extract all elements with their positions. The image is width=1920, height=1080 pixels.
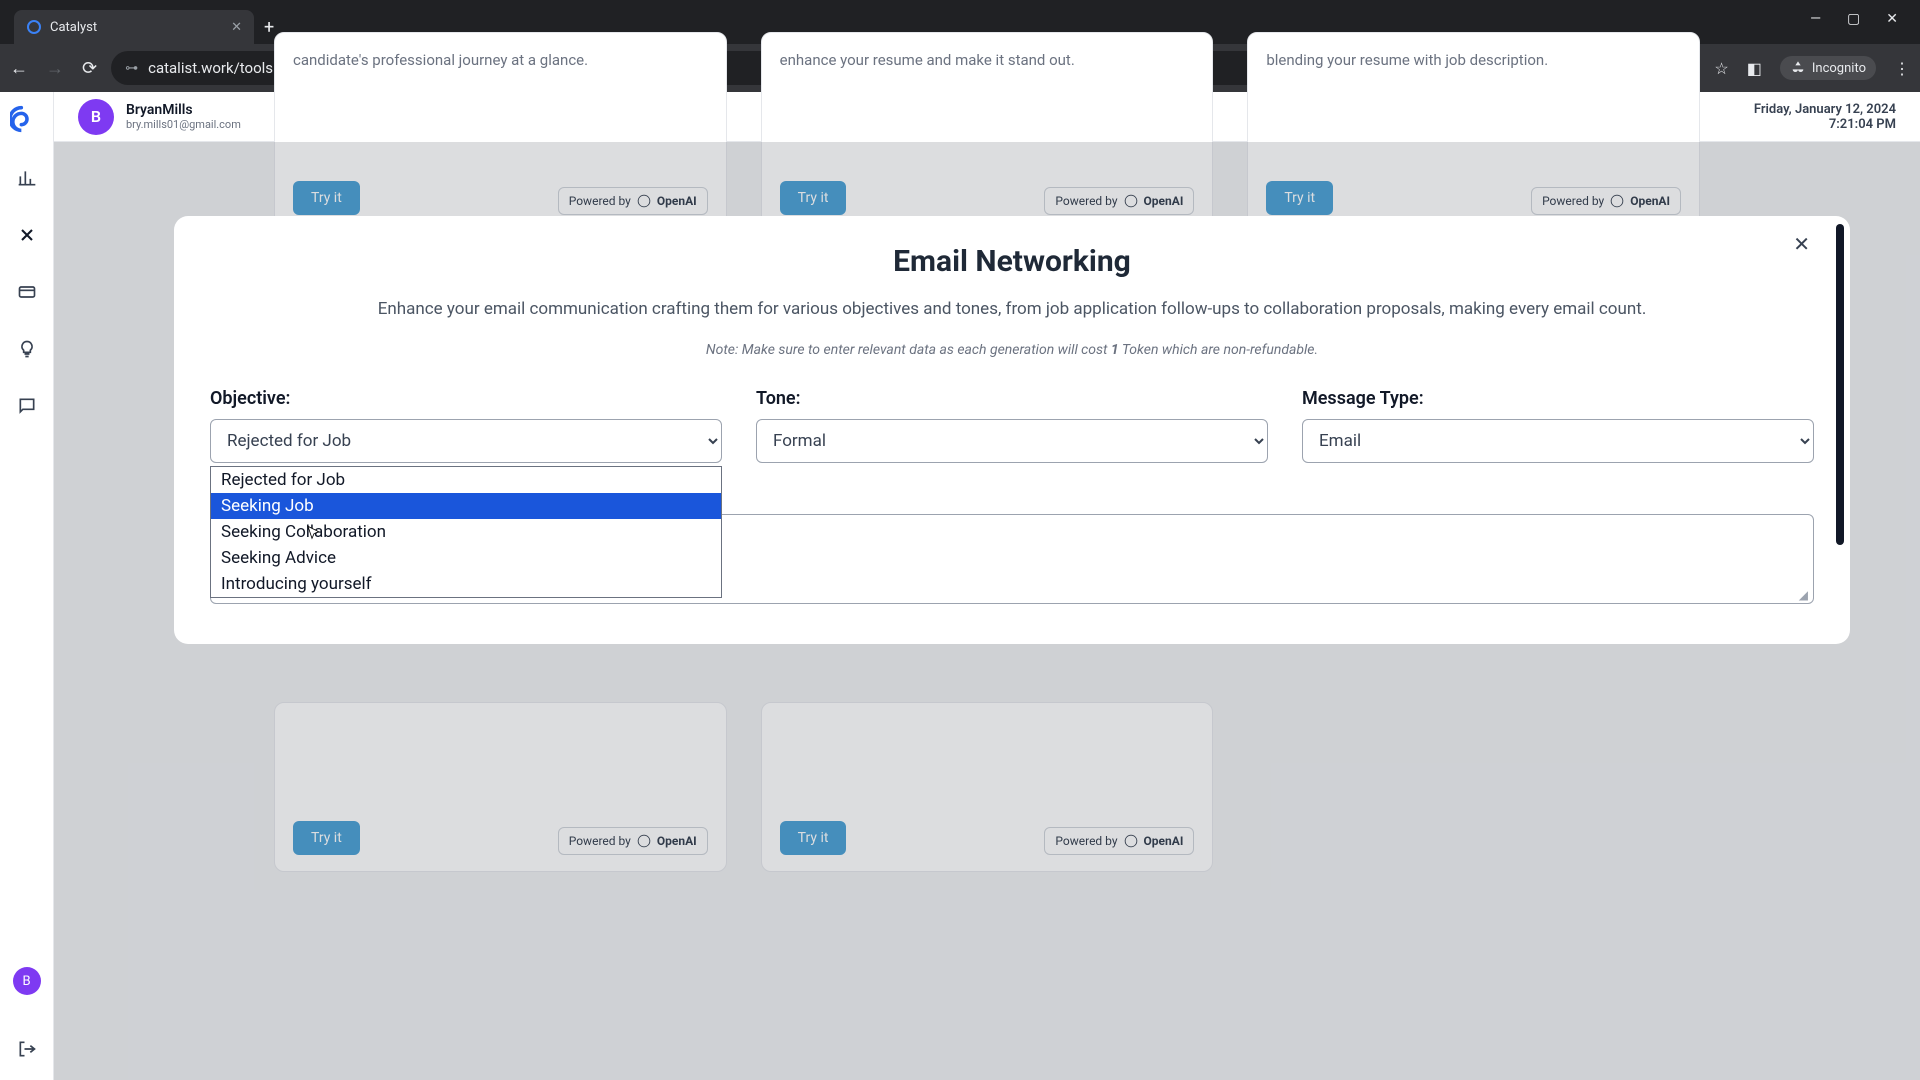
msgtype-field: Message Type: Email <box>1302 388 1814 463</box>
current-date: Friday, January 12, 2024 <box>1754 102 1896 117</box>
maximize-icon[interactable]: ▢ <box>1847 11 1860 27</box>
incognito-label: Incognito <box>1812 61 1866 76</box>
rail-avatar[interactable]: B <box>13 967 41 995</box>
tab-close-icon[interactable]: ✕ <box>231 20 242 35</box>
app-logo-icon[interactable] <box>10 102 44 136</box>
left-rail: B <box>0 92 54 1080</box>
objective-label: Objective: <box>210 388 722 409</box>
main-area: B BryanMills bry.mills01@gmail.com Tools… <box>54 92 1920 1080</box>
tone-label: Tone: <box>756 388 1268 409</box>
modal-note: Note: Make sure to enter relevant data a… <box>210 342 1814 358</box>
msgtype-label: Message Type: <box>1302 388 1814 409</box>
minimize-icon[interactable]: — <box>1810 11 1821 27</box>
card-desc: blending your resume with job descriptio… <box>1266 51 1681 69</box>
url-text: catalist.work/tools <box>148 59 273 77</box>
modal-fields: Objective: Rejected for Job Rejected for… <box>210 388 1814 463</box>
analytics-icon[interactable] <box>17 168 37 193</box>
date-block: Friday, January 12, 2024 7:21:04 PM <box>1754 102 1896 132</box>
idea-icon[interactable] <box>17 339 37 364</box>
objective-select[interactable]: Rejected for Job <box>210 419 722 463</box>
tab-favicon <box>26 19 42 35</box>
kebab-menu-icon[interactable]: ⋮ <box>1894 59 1910 78</box>
app-shell: B B BryanMills bry.mills01@gmail.com Too… <box>0 92 1920 1080</box>
chat-icon[interactable] <box>17 396 37 421</box>
objective-option[interactable]: Seeking Collaboration <box>211 519 721 545</box>
current-time: 7:21:04 PM <box>1754 117 1896 132</box>
close-window-icon[interactable]: ✕ <box>1886 11 1898 27</box>
modal-scrollbar[interactable] <box>1836 224 1844 636</box>
msgtype-select[interactable]: Email <box>1302 419 1814 463</box>
billing-icon[interactable] <box>17 282 37 307</box>
objective-option[interactable]: Rejected for Job <box>211 467 721 493</box>
incognito-chip[interactable]: Incognito <box>1780 56 1876 80</box>
logout-icon[interactable] <box>17 1039 37 1064</box>
modal-close-button[interactable]: ✕ <box>1793 232 1810 256</box>
tone-select[interactable]: Formal <box>756 419 1268 463</box>
user-email: bry.mills01@gmail.com <box>126 118 241 131</box>
email-networking-modal: ✕ Email Networking Enhance your email co… <box>174 216 1850 644</box>
card-desc: candidate's professional journey at a gl… <box>293 51 708 69</box>
side-panel-icon[interactable]: ◧ <box>1747 59 1762 78</box>
scroll-thumb[interactable] <box>1836 224 1844 545</box>
objective-field: Objective: Rejected for Job Rejected for… <box>210 388 722 463</box>
forward-icon: → <box>46 58 64 79</box>
new-tab-button[interactable]: + <box>264 17 274 44</box>
modal-title: Email Networking <box>210 244 1814 279</box>
objective-option[interactable]: Introducing yourself <box>211 571 721 597</box>
objective-option[interactable]: Seeking Job <box>211 493 721 519</box>
back-icon[interactable]: ← <box>10 58 28 79</box>
avatar: B <box>78 99 114 135</box>
user-name: BryanMills <box>126 102 241 118</box>
reload-icon[interactable]: ⟳ <box>82 58 97 79</box>
bookmark-star-icon[interactable]: ☆ <box>1714 59 1728 78</box>
resize-handle-icon[interactable]: ◢ <box>1799 588 1808 602</box>
user-chip[interactable]: B BryanMills bry.mills01@gmail.com <box>78 99 241 135</box>
site-info-icon[interactable]: ⊶ <box>125 61 138 76</box>
objective-option[interactable]: Seeking Advice <box>211 545 721 571</box>
browser-tab[interactable]: Catalyst ✕ <box>14 10 254 44</box>
nav-buttons: ← → ⟳ <box>10 58 97 79</box>
toolbar-right: ☆ ◧ Incognito ⋮ <box>1676 56 1910 80</box>
tab-title: Catalyst <box>50 20 97 35</box>
card-desc: enhance your resume and make it stand ou… <box>780 51 1195 69</box>
window-controls: — ▢ ✕ <box>1810 11 1912 33</box>
modal-subtitle: Enhance your email communication craftin… <box>270 297 1754 322</box>
tools-icon[interactable] <box>17 225 37 250</box>
tone-field: Tone: Formal <box>756 388 1268 463</box>
user-meta: BryanMills bry.mills01@gmail.com <box>126 102 241 131</box>
objective-dropdown: Rejected for Job Seeking Job Seeking Col… <box>210 466 722 598</box>
